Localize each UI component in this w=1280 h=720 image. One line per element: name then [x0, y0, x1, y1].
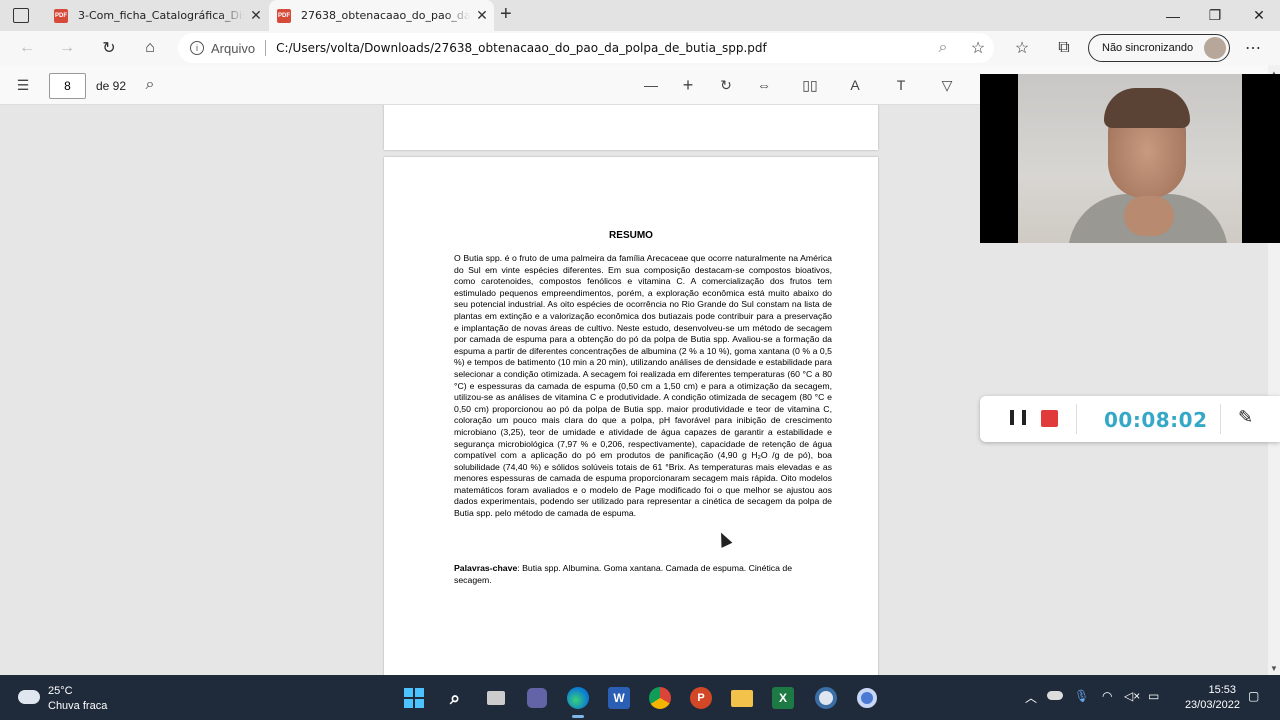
- page-heading: RESUMO: [609, 230, 653, 241]
- fit-to-width-icon[interactable]: ⇔: [750, 72, 778, 98]
- info-icon[interactable]: i: [190, 41, 204, 55]
- separator: [265, 40, 267, 56]
- tab-obtencao-pao[interactable]: PDF 27638_obtenacaao_do_pao_da_p ✕: [269, 0, 494, 31]
- pause-button[interactable]: [1010, 410, 1026, 428]
- time: 15:53: [1208, 684, 1236, 696]
- teams-icon[interactable]: [522, 683, 552, 713]
- app-icon[interactable]: [852, 683, 882, 713]
- tab-actions-icon[interactable]: [13, 8, 29, 23]
- scroll-down-icon[interactable]: ▼: [1270, 664, 1278, 673]
- rotate-icon[interactable]: ↻: [712, 72, 740, 98]
- more-menu-icon[interactable]: ⋯: [1238, 31, 1268, 65]
- recording-timer: 00:08:02: [1104, 408, 1208, 432]
- tab-label: 27638_obtenacaao_do_pao_da_p: [301, 9, 470, 22]
- pdf-icon: PDF: [54, 8, 68, 23]
- keywords-label: Palavras-chave: [454, 563, 518, 573]
- url-field[interactable]: i Arquivo C:/Users/volta/Downloads/27638…: [178, 33, 994, 63]
- add-favorite-icon[interactable]: ☆: [963, 31, 993, 65]
- current-page: RESUMO O Butia spp. é o fruto de uma pal…: [384, 157, 878, 675]
- contents-icon[interactable]: ☰: [9, 72, 37, 98]
- restore-button[interactable]: ❐: [1192, 0, 1238, 31]
- weather-description: Chuva fraca: [48, 700, 108, 712]
- site-label: Arquivo: [211, 40, 256, 56]
- close-tab-icon[interactable]: ✕: [244, 7, 268, 24]
- read-aloud-icon[interactable]: A: [841, 72, 869, 98]
- cloud-icon: [18, 690, 40, 704]
- webcam-overlay: [980, 74, 1280, 243]
- close-tab-icon[interactable]: ✕: [470, 7, 494, 24]
- zoom-out-icon[interactable]: —: [637, 72, 665, 98]
- previous-page: [384, 105, 878, 150]
- clock[interactable]: 15:53 23/03/2022: [1170, 683, 1240, 713]
- wifi-icon[interactable]: ◠: [1102, 689, 1112, 703]
- volume-muted-icon[interactable]: ◁×: [1124, 689, 1140, 703]
- date: 23/03/2022: [1184, 699, 1240, 711]
- screen-recorder-controls: 00:08:02 ✎: [980, 396, 1280, 442]
- title-bar: PDF 3-Com_ficha_Catalográfica_Disse ✕ PD…: [0, 0, 1280, 31]
- profile-button[interactable]: Não sincronizando: [1088, 34, 1230, 62]
- powerpoint-icon[interactable]: P: [686, 683, 716, 713]
- divider: [1220, 404, 1221, 434]
- temperature: 25°C: [48, 685, 73, 697]
- page-number-input[interactable]: 8: [49, 73, 86, 99]
- windows-start-icon[interactable]: [399, 683, 429, 713]
- pen-icon[interactable]: ✎: [1238, 407, 1253, 428]
- excel-icon[interactable]: X: [768, 683, 798, 713]
- zoom-in-icon[interactable]: +: [674, 72, 702, 98]
- webcam-feed: [1018, 74, 1242, 243]
- chrome-icon[interactable]: [645, 683, 675, 713]
- word-icon[interactable]: W: [604, 683, 634, 713]
- add-text-icon[interactable]: T: [887, 72, 915, 98]
- settings-icon[interactable]: [811, 683, 841, 713]
- edge-icon[interactable]: [563, 683, 593, 718]
- abstract-text: O Butia spp. é o fruto de uma palmeira d…: [454, 253, 832, 519]
- weather-widget[interactable]: 25°C Chuva fraca: [18, 683, 138, 713]
- task-view-icon[interactable]: [481, 683, 511, 713]
- battery-icon[interactable]: ▭: [1148, 689, 1159, 703]
- close-window-button[interactable]: ✕: [1236, 0, 1280, 31]
- profile-label: Não sincronizando: [1102, 42, 1194, 54]
- search-icon[interactable]: ⌕: [440, 683, 470, 713]
- tab-ficha-catalografica[interactable]: PDF 3-Com_ficha_Catalográfica_Disse ✕: [46, 0, 268, 31]
- refresh-icon[interactable]: ↻: [94, 31, 124, 65]
- keywords-text: Palavras-chave: Butia spp. Albumina. Gom…: [454, 563, 832, 586]
- microphone-icon[interactable]: 🎙: [1074, 689, 1089, 703]
- notifications-icon[interactable]: ▢: [1248, 689, 1259, 703]
- tab-label: 3-Com_ficha_Catalográfica_Disse: [78, 9, 244, 22]
- person-hair: [1104, 88, 1190, 128]
- divider: [1076, 404, 1077, 434]
- zoom-icon[interactable]: ⌕: [928, 31, 958, 65]
- address-bar: ← → ↻ ⌂ i Arquivo C:/Users/volta/Downloa…: [0, 31, 1280, 65]
- avatar: [1204, 37, 1226, 59]
- home-icon[interactable]: ⌂: [135, 31, 165, 65]
- taskbar: 25°C Chuva fraca ⌕ W P X ︿ 🎙 ◠ ◁× ▭ 15:5…: [0, 675, 1280, 720]
- person-hand: [1124, 196, 1174, 236]
- page-view-icon[interactable]: ▯▯: [796, 72, 824, 98]
- url-text[interactable]: C:/Users/volta/Downloads/27638_obtenacaa…: [276, 41, 767, 55]
- pdf-icon: PDF: [277, 8, 291, 23]
- collections-icon[interactable]: ⧉: [1049, 31, 1079, 65]
- new-tab-button[interactable]: +: [500, 3, 512, 26]
- onedrive-icon[interactable]: [1047, 691, 1063, 700]
- minimize-button[interactable]: —: [1150, 0, 1196, 31]
- forward-icon[interactable]: →: [52, 31, 82, 65]
- show-hidden-icons[interactable]: ︿: [1025, 689, 1037, 706]
- stop-button[interactable]: [1041, 410, 1058, 427]
- file-explorer-icon[interactable]: [727, 683, 757, 713]
- page-total: de 92: [96, 79, 127, 93]
- favorites-icon[interactable]: ☆: [1007, 31, 1037, 65]
- back-icon[interactable]: ←: [12, 31, 42, 65]
- search-icon[interactable]: ⌕: [136, 72, 164, 98]
- draw-icon[interactable]: ▽: [933, 72, 961, 98]
